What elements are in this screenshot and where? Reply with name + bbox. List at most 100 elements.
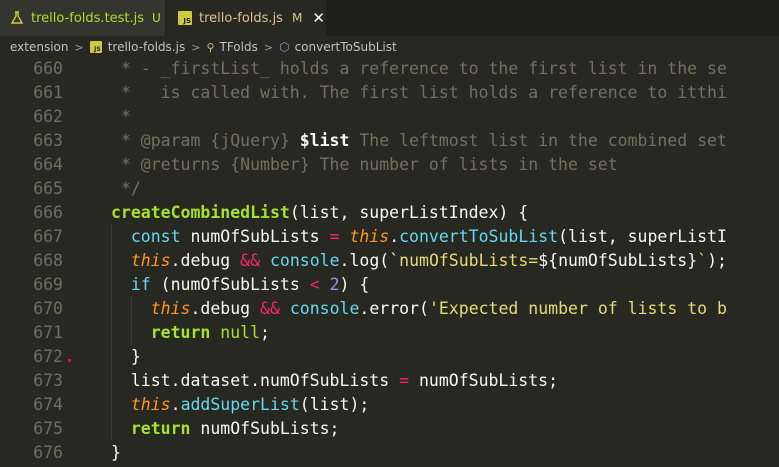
- line-number: 661: [33, 83, 63, 102]
- close-icon[interactable]: ✕: [312, 9, 325, 27]
- code-token: (list, superListI: [558, 227, 727, 246]
- code-text: *: [111, 105, 131, 129]
- code-token: console: [289, 299, 360, 318]
- code-token: this: [130, 251, 171, 270]
- code-token: .debug: [170, 251, 241, 270]
- code-token: *: [111, 107, 131, 126]
- code-token: * @returns {Number} The number of lists …: [111, 155, 618, 174]
- tab-test-file[interactable]: trello-folds.test.js U: [0, 0, 165, 36]
- modified-badge: M: [291, 11, 303, 25]
- tab-main-file[interactable]: JS trello-folds.js M ✕: [166, 0, 326, 36]
- code-line: 668 this.debug && console.log(`numOfSubL…: [0, 249, 779, 273]
- code-token: this: [349, 227, 390, 246]
- code-token: 'Expected number of lists to b: [428, 299, 727, 318]
- code-token: this: [130, 395, 171, 414]
- line-number: 668: [33, 251, 63, 270]
- code-line: 661 * is called with. The first list hol…: [0, 81, 779, 105]
- line-number: 670: [33, 299, 63, 318]
- code-text: }: [111, 441, 121, 465]
- code-token: * - _firstList_ holds a reference to the…: [111, 59, 727, 78]
- code-editor[interactable]: 660 * - _firstList_ holds a reference to…: [0, 58, 779, 467]
- indent-guide: [130, 297, 132, 345]
- code-text: */: [111, 177, 141, 201]
- code-text: const numOfSubLists = this.convertToSubL…: [111, 225, 727, 249]
- code-text: this.debug && console.error('Expected nu…: [111, 297, 727, 321]
- code-token: (numOfSubLists: [150, 275, 310, 294]
- code-text: return numOfSubLists;: [111, 417, 340, 441]
- code-token: (list, superListIndex) {: [289, 203, 529, 222]
- code-token: .error(: [359, 299, 429, 318]
- code-line: 670 this.debug && console.error('Expecte…: [0, 297, 779, 321]
- code-token: * is called with. The first list holds a…: [111, 83, 727, 102]
- code-token: null: [220, 323, 261, 342]
- code-text: * @returns {Number} The number of lists …: [111, 153, 618, 177]
- code-token: 2: [329, 275, 340, 294]
- code-token: .: [389, 227, 400, 246]
- code-line: 671 return null;: [0, 321, 779, 345]
- code-text: * @param {jQuery} $list The leftmost lis…: [111, 129, 727, 153]
- line-number: 673: [33, 371, 63, 390]
- line-number: 671: [33, 323, 63, 342]
- breadcrumb-separator: >: [263, 40, 274, 54]
- code-token: <: [309, 275, 320, 294]
- indent-guide: [111, 225, 112, 441]
- code-token: $list: [299, 131, 350, 150]
- code-token: (list);: [299, 395, 370, 414]
- code-token: convertToSubList: [399, 227, 559, 246]
- code-token: .log(`: [339, 251, 400, 270]
- line-number: 669: [33, 275, 63, 294]
- code-line: 669 if (numOfSubLists < 2) {: [0, 273, 779, 297]
- code-token: return: [150, 323, 211, 342]
- js-icon: JS: [89, 41, 102, 53]
- breadcrumb-item-file[interactable]: JS trello-folds.js: [89, 40, 186, 54]
- code-line: 667 const numOfSubLists = this.convertTo…: [0, 225, 779, 249]
- code-line: 675 return numOfSubLists;: [0, 417, 779, 441]
- code-token: numOfSubLists;: [190, 419, 340, 438]
- breadcrumb-item-class[interactable]: ⚲ TFolds: [206, 40, 257, 54]
- code-text: * - _firstList_ holds a reference to the…: [111, 58, 727, 81]
- code-token: this: [150, 299, 191, 318]
- line-number: 665: [33, 179, 63, 198]
- code-text: createCombinedList(list, superListIndex)…: [111, 201, 528, 225]
- code-token: ) {: [339, 275, 370, 294]
- code-token: list.dataset.numOfSubLists: [111, 371, 400, 390]
- code-token: createCombinedList: [111, 203, 290, 222]
- breadcrumb-separator: >: [74, 40, 84, 54]
- line-number: 674: [33, 395, 63, 414]
- code-text: * is called with. The first list holds a…: [111, 81, 727, 105]
- code-line: 662 *: [0, 105, 779, 129]
- git-change-marker: [68, 359, 71, 362]
- line-number: 672: [33, 347, 63, 366]
- code-token: .: [170, 395, 181, 414]
- line-number: 660: [33, 59, 63, 78]
- code-text: this.debug && console.log(`numOfSubLists…: [111, 249, 727, 273]
- breadcrumb-separator: >: [191, 40, 201, 54]
- code-token: =: [329, 227, 340, 246]
- code-token: `: [697, 251, 708, 270]
- code-token: return: [130, 419, 191, 438]
- code-token: const: [130, 227, 181, 246]
- code-line: 676}: [0, 441, 779, 465]
- code-token: */: [111, 179, 141, 198]
- code-text: if (numOfSubLists < 2) {: [111, 273, 369, 297]
- code-line: 663 * @param {jQuery} $list The leftmost…: [0, 129, 779, 153]
- code-token: }: [111, 347, 141, 366]
- breadcrumb-item-folder[interactable]: extension: [10, 40, 69, 54]
- code-token: * @param {jQuery}: [111, 131, 300, 150]
- line-number: 664: [33, 155, 63, 174]
- code-line: 674 this.addSuperList(list);: [0, 393, 779, 417]
- untracked-badge: U: [152, 11, 161, 25]
- tab-main-label: trello-folds.js: [199, 10, 283, 26]
- tab-bar: trello-folds.test.js U JS trello-folds.j…: [0, 0, 779, 36]
- code-token: addSuperList: [180, 395, 300, 414]
- code-line: 666 createCombinedList(list, superListInd…: [0, 201, 779, 225]
- breadcrumb: extension > JS trello-folds.js > ⚲ TFold…: [0, 36, 779, 58]
- breadcrumb-item-method[interactable]: ⬡ convertToSubList: [279, 40, 397, 54]
- breadcrumb-file-label: trello-folds.js: [107, 40, 186, 54]
